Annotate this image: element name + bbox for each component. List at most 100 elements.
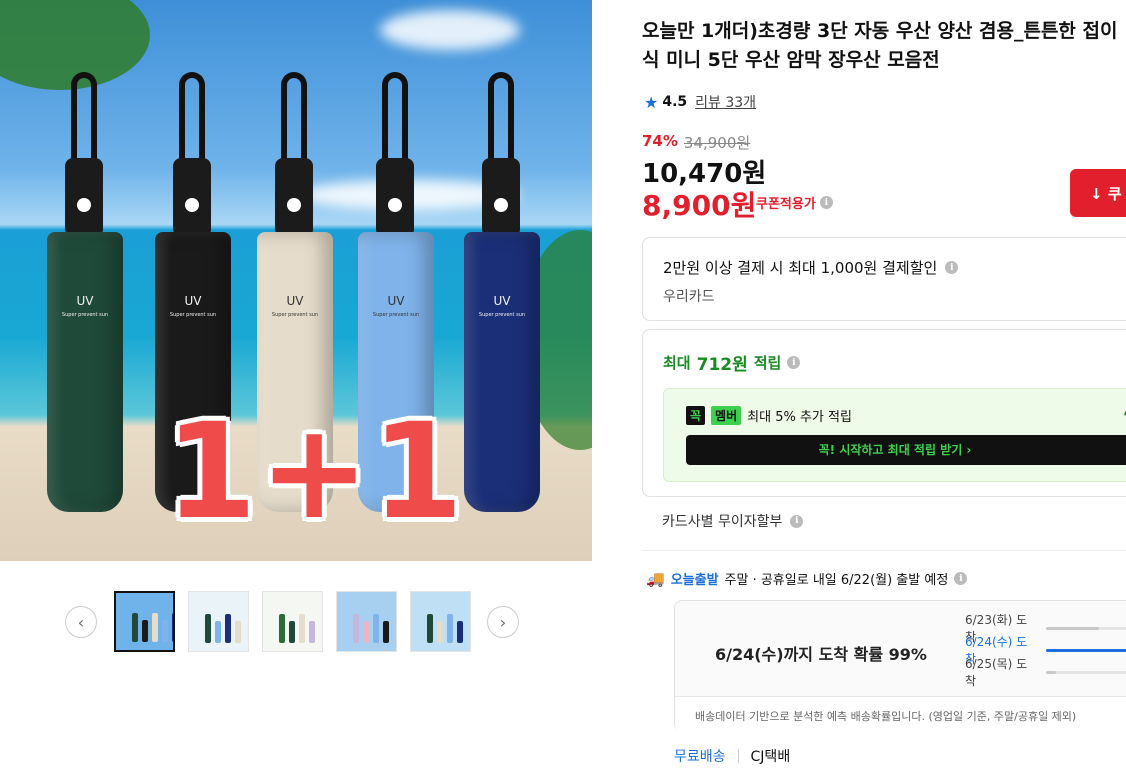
coupon-price-label: 쿠폰적용가 i — [756, 193, 833, 212]
thumbnail-umbrella — [205, 614, 211, 643]
thumbnail-umbrella — [363, 621, 369, 643]
gallery-next-button[interactable]: › — [487, 606, 519, 638]
thumbnail-umbrella — [142, 620, 148, 642]
product-main-image[interactable]: UV Super prevent sun UV Super prevent sun UV… — [0, 0, 592, 561]
info-icon[interactable]: i — [954, 572, 968, 585]
membership-logo-badge: 꼭 — [686, 406, 706, 425]
thumbnail-umbrella — [152, 613, 158, 642]
product-title: 오늘만 1개더)초경량 3단 자동 우산 양산 겸용_튼튼한 접이식 미니 5단… — [642, 20, 1118, 71]
points-amount: 712원 — [696, 355, 748, 375]
shipping-row: 🚚 오늘출발 주말 · 공휴일로 내일 6/22(월) 출발 예정 i — [646, 569, 968, 588]
umbrella-handle — [275, 158, 313, 234]
thumbnail-umbrella — [215, 621, 221, 643]
umbrella-label: UV — [493, 294, 511, 308]
gallery-prev-button[interactable]: ‹ — [65, 606, 97, 638]
thumbnail-umbrella — [172, 613, 173, 642]
coupon-button-label: 쿠 — [1107, 185, 1122, 203]
umbrella-label: UV — [76, 294, 94, 308]
delivery-summary: 6/24(수)까지 도착 확률 99% — [715, 645, 927, 664]
truck-icon: 🚚 — [646, 569, 665, 588]
probability-bar — [1046, 648, 1126, 652]
card-discount-line: 2만원 이상 결제 시 최대 1,000원 결제할인 i — [663, 257, 959, 278]
umbrella-button — [494, 198, 508, 212]
free-delivery: 무료배송 — [674, 749, 726, 765]
umbrella-sublabel: Super prevent sun — [478, 312, 526, 318]
ship-schedule: 주말 · 공휴일로 내일 6/22(월) 출발 예정 — [724, 573, 949, 588]
installment-text: 카드사별 무이자할부 — [662, 514, 783, 530]
umbrella-label: UV — [184, 294, 202, 308]
thumbnail-umbrella — [383, 621, 389, 643]
download-icon: ↓ — [1090, 185, 1103, 203]
divider — [642, 550, 1126, 551]
thumbnail-2[interactable] — [188, 591, 249, 652]
membership-start-button[interactable]: 꼭! 시작하고 최대 적립 받기 › — [686, 435, 1126, 465]
thumbnail-umbrella — [162, 620, 168, 642]
thumbnail-umbrella — [437, 621, 443, 643]
today-ship-badge: 오늘출발 — [670, 573, 719, 588]
probability-bar — [1046, 626, 1126, 630]
installment-info[interactable]: 카드사별 무이자할부 i — [662, 511, 804, 531]
info-icon[interactable]: i — [945, 261, 959, 274]
umbrella-button — [287, 198, 301, 212]
delivery-probability-list: 6/23(화) 도착 6/24(수) 도착 6/25(목) 도착 — [965, 613, 1126, 688]
umbrella-strap — [179, 72, 205, 164]
thumbnail-1[interactable] — [114, 591, 175, 652]
info-icon[interactable]: i — [790, 514, 804, 528]
umbrella-item: UV Super prevent sun — [464, 72, 540, 522]
delivery-info: 무료배송 CJ택배 — [674, 746, 790, 766]
review-count-link[interactable]: 리뷰 33개 — [695, 92, 756, 112]
thumbnail-5[interactable] — [410, 591, 471, 652]
discount-rate: 74% — [642, 132, 678, 150]
separator — [737, 749, 739, 763]
delivery-probability-row: 6/25(목) 도착 — [965, 657, 1126, 688]
thumbnail-4[interactable] — [336, 591, 397, 652]
card-discount-box[interactable]: 2만원 이상 결제 시 최대 1,000원 결제할인 i 우리카드 — [642, 237, 1126, 321]
chevron-right-icon: › — [499, 612, 507, 632]
cloud-decoration — [380, 10, 520, 50]
thumbnail-umbrella — [353, 614, 359, 643]
umbrella-label: UV — [286, 294, 304, 308]
membership-badge: 멤버 — [711, 406, 742, 425]
original-price: 34,900원 — [683, 134, 751, 152]
probability-bar — [1046, 670, 1126, 674]
membership-benefit: 최대 5% 추가 적립 — [747, 410, 852, 425]
umbrella-handle — [65, 158, 103, 234]
points-prefix: 최대 — [663, 354, 691, 372]
umbrella-button — [77, 198, 91, 212]
points-suffix: 적립 — [753, 354, 782, 372]
umbrella-strap — [71, 72, 97, 164]
thumbnail-umbrella — [289, 621, 295, 643]
thumbnail-3[interactable] — [262, 591, 323, 652]
thumbnail-umbrella — [447, 614, 453, 643]
thumbnail-umbrella — [457, 621, 463, 643]
probability-bar-fill — [1046, 670, 1056, 674]
card-discount-text: 2만원 이상 결제 시 최대 1,000원 결제할인 — [663, 259, 938, 277]
thumbnail-umbrella — [427, 614, 433, 643]
coupon-price: 8,900원 — [642, 189, 757, 222]
delivery-estimate-box: 6/24(수)까지 도착 확률 99% 6/23(화) 도착 6/24(수) 도착… — [674, 600, 1126, 733]
coupon-download-button[interactable]: ↓ 쿠 — [1070, 169, 1126, 217]
umbrella-canopy — [464, 232, 540, 512]
max-points: 최대 712원 적립 i — [663, 350, 801, 375]
chevron-left-icon: ‹ — [77, 612, 85, 632]
probability-bar-fill — [1046, 626, 1100, 630]
info-icon[interactable]: i — [819, 196, 833, 209]
umbrella-label: UV — [387, 294, 405, 308]
promo-overlay-text: 1+1 — [165, 395, 466, 549]
umbrella-button — [185, 198, 199, 212]
rating-score: 4.5 — [662, 94, 688, 110]
umbrella-sublabel: Super prevent sun — [271, 312, 319, 318]
thumbnail-umbrella — [373, 614, 379, 643]
thumbnail-umbrella — [279, 614, 285, 643]
umbrella-button — [388, 198, 402, 212]
rating-row: ★ 4.5 리뷰 33개 — [644, 92, 756, 112]
delivery-note: 배송데이터 기반으로 분석한 예측 배송확률입니다. (영업일 기준, 주말/공… — [675, 696, 1126, 733]
delivery-date-label: 6/25(목) 도착 — [965, 657, 1028, 688]
thumbnail-umbrella — [132, 613, 138, 642]
umbrella-handle — [482, 158, 520, 234]
coupon-label-text: 쿠폰적용가 — [756, 197, 816, 212]
star-icon: ★ — [644, 92, 659, 112]
points-box: 최대 712원 적립 i 꼭멤버 최대 5% 추가 적립 44 꼭! 시작하고 … — [642, 329, 1126, 497]
info-icon[interactable]: i — [787, 356, 801, 369]
probability-bar-fill — [1046, 648, 1126, 652]
